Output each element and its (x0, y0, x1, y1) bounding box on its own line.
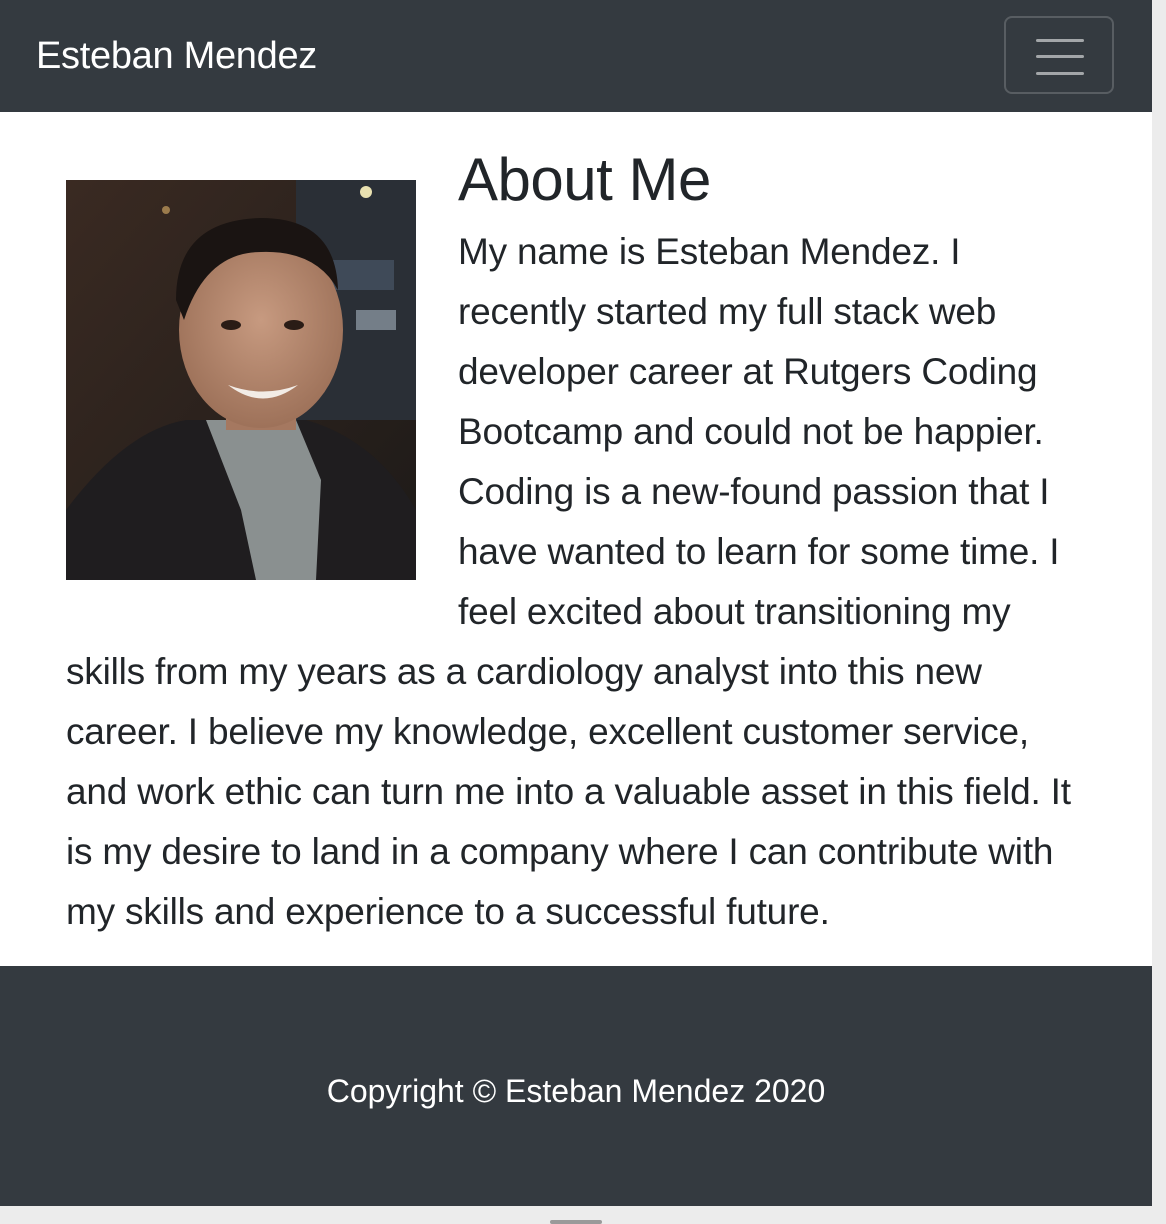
footer: Copyright © Esteban Mendez 2020 (0, 966, 1152, 1206)
about-section: About Me My name is Esteban Mendez. I re… (66, 140, 1086, 942)
navbar-brand[interactable]: Esteban Mendez (36, 33, 317, 79)
hamburger-menu-icon (1036, 39, 1084, 75)
scroll-indicator[interactable] (550, 1220, 602, 1224)
navbar: Esteban Mendez (0, 0, 1152, 112)
profile-photo (66, 180, 416, 580)
copyright-text: Copyright © Esteban Mendez 2020 (326, 1073, 826, 1109)
page: Esteban Mendez About Me My name is Esteb… (0, 0, 1152, 1206)
navbar-toggle-button[interactable] (1004, 16, 1114, 94)
